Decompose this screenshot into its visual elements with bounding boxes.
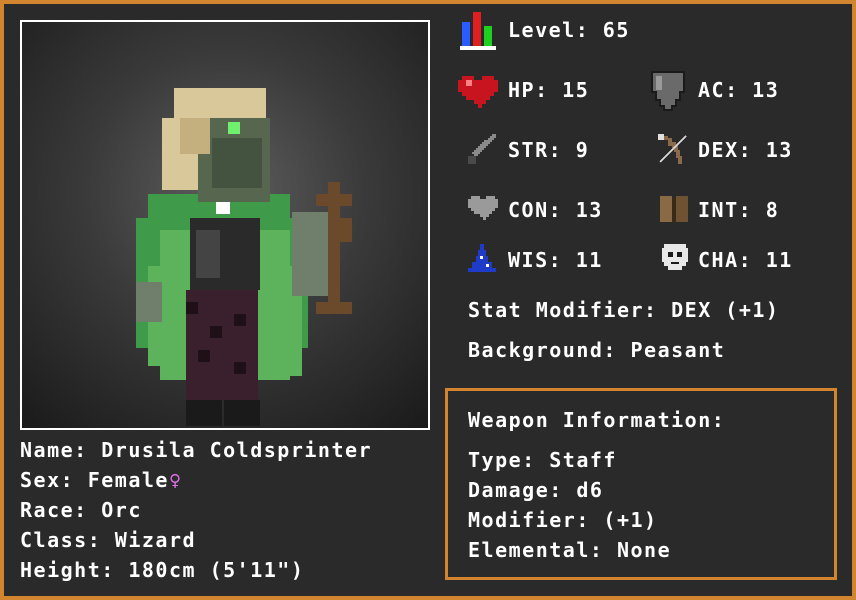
- name-row: Name: Drusila Coldsprinter: [20, 438, 372, 462]
- ac-label: AC:: [698, 78, 739, 102]
- weapon-modifier-value: (+1): [603, 508, 658, 532]
- class-row: Class: Wizard: [20, 528, 196, 552]
- bar-chart-icon: [460, 12, 496, 50]
- mask-icon: [662, 244, 688, 270]
- weapon-type-row: Type: Staff: [468, 448, 617, 472]
- weapon-type-label: Type:: [468, 448, 536, 472]
- character-sex: Female: [87, 468, 169, 492]
- wis-row: WIS: 11: [508, 248, 603, 272]
- str-label: STR:: [508, 138, 563, 162]
- character-card: Name: Drusila Coldsprinter Sex: Female♀ …: [0, 0, 856, 600]
- character-class: Wizard: [114, 528, 197, 552]
- female-symbol-icon: ♀: [168, 468, 183, 492]
- int-label: INT:: [698, 198, 753, 222]
- shield-icon: [651, 71, 685, 111]
- background-label: Background:: [468, 338, 617, 362]
- hp-row: HP: 15: [508, 78, 589, 102]
- con-label: CON:: [508, 198, 563, 222]
- weapon-damage-label: Damage:: [468, 478, 563, 502]
- character-race: Orc: [101, 498, 142, 522]
- hp-value: 15: [562, 78, 590, 102]
- background-value: Peasant: [630, 338, 726, 362]
- character-sprite: [136, 88, 352, 426]
- hp-label: HP:: [508, 78, 549, 102]
- str-value: 9: [575, 138, 590, 162]
- wizard-hat-icon: [468, 244, 496, 272]
- heart-icon: [458, 76, 498, 108]
- dex-row: DEX: 13: [698, 138, 793, 162]
- level-value: 65: [602, 18, 630, 42]
- race-label: Race:: [20, 498, 88, 522]
- int-value: 8: [765, 198, 780, 222]
- weapon-modifier-row: Modifier: (+1): [468, 508, 658, 532]
- weapon-title: Weapon Information:: [468, 408, 726, 432]
- weapon-elemental-row: Elemental: None: [468, 538, 671, 562]
- character-name: Drusila Coldsprinter: [101, 438, 373, 462]
- bow-icon: [658, 134, 687, 164]
- wis-label: WIS:: [508, 248, 563, 272]
- stat-modifier-label: Stat Modifier:: [468, 298, 658, 322]
- wis-value: 11: [575, 248, 603, 272]
- weapon-modifier-label: Modifier:: [468, 508, 590, 532]
- ac-value: 13: [752, 78, 780, 102]
- class-label: Class:: [20, 528, 102, 552]
- height-label: Height:: [20, 558, 115, 582]
- background-row: Background: Peasant: [468, 338, 725, 362]
- weapon-type-value: Staff: [549, 448, 617, 472]
- int-row: INT: 8: [698, 198, 779, 222]
- cha-value: 11: [765, 248, 793, 272]
- book-icon: [660, 196, 688, 222]
- level-row: Level: 65: [508, 18, 630, 42]
- character-portrait: [20, 20, 430, 430]
- name-label: Name:: [20, 438, 88, 462]
- level-label: Level:: [508, 18, 590, 42]
- str-row: STR: 9: [508, 138, 589, 162]
- race-row: Race: Orc: [20, 498, 142, 522]
- cha-label: CHA:: [698, 248, 753, 272]
- weapon-damage-value: d6: [576, 478, 604, 502]
- dex-label: DEX:: [698, 138, 753, 162]
- character-height: 180cm (5'11"): [128, 558, 305, 582]
- stat-modifier-value: DEX (+1): [671, 298, 780, 322]
- sex-label: Sex:: [20, 468, 75, 492]
- weapon-elemental-value: None: [616, 538, 672, 562]
- weapon-damage-row: Damage: d6: [468, 478, 603, 502]
- dex-value: 13: [765, 138, 793, 162]
- cha-row: CHA: 11: [698, 248, 793, 272]
- grey-heart-icon: [468, 196, 498, 220]
- con-row: CON: 13: [508, 198, 603, 222]
- height-row: Height: 180cm (5'11"): [20, 558, 304, 582]
- sex-row: Sex: Female♀: [20, 468, 183, 492]
- stat-modifier-row: Stat Modifier: DEX (+1): [468, 298, 779, 322]
- weapon-elemental-label: Elemental:: [468, 538, 604, 562]
- ac-row: AC: 13: [698, 78, 779, 102]
- sword-icon: [468, 134, 496, 164]
- con-value: 13: [575, 198, 603, 222]
